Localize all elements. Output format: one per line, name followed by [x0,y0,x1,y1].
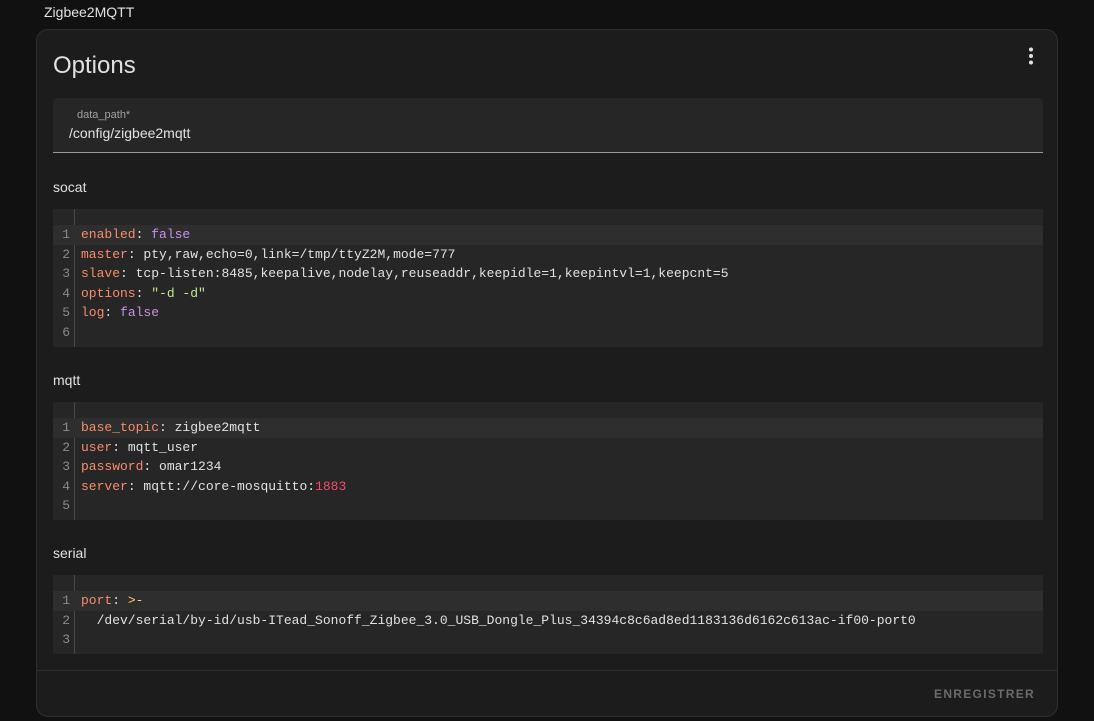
line-number: 3 [62,632,70,648]
mqtt-section-label: mqtt [53,372,81,388]
card-actions: ENREGISTRER [37,670,1057,716]
code-text: enabled: false [81,225,190,245]
code-text: options: "-d -d" [81,284,206,304]
socat-code-editor[interactable]: 1 enabled: false 2 master: pty,raw,echo=0,l… [53,209,1043,347]
line-number: 4 [62,285,70,301]
yaml-value: >- [127,593,144,608]
code-line[interactable]: 4 options: "-d -d" [53,284,1043,304]
yaml-value: mqtt://core-mosquitto: [143,478,316,494]
code-text: base_topic: zigbee2mqtt [81,418,260,438]
dots-vertical-icon [1029,47,1033,65]
code-line[interactable]: 4 server: mqtt://core-mosquitto:1883 [53,477,1043,497]
yaml-separator: : [159,420,175,435]
addon-title: Zigbee2MQTT [44,4,135,20]
code-text: /dev/serial/by-id/usb-ITead_Sonoff_Zigbe… [81,611,916,631]
overflow-menu-button[interactable] [1019,44,1043,68]
code-text: slave: tcp-listen:8485,keepalive,nodelay… [81,264,729,284]
save-button[interactable]: ENREGISTRER [934,687,1035,701]
yaml-value: /dev/serial/by-id/usb-ITead_Sonoff_Zigbe… [81,612,916,628]
serial-section-label: serial [53,545,87,561]
line-number: 5 [62,498,70,514]
data-path-label: data_path* [77,109,131,121]
yaml-number: 1883 [315,478,347,494]
code-line[interactable]: 3 password: omar1234 [53,457,1043,477]
line-number: 4 [62,478,70,494]
code-text: log: false [81,303,159,323]
card-title: Options [53,52,136,79]
yaml-value: "-d -d" [151,285,206,301]
yaml-key: options [81,285,136,301]
code-text: master: pty,raw,echo=0,link=/tmp/ttyZ2M,… [81,245,455,265]
data-path-field[interactable]: data_path* /config/zigbee2mqtt [53,98,1043,153]
yaml-key: server [81,478,128,494]
serial-code-editor[interactable]: 1 port: >- 2 /dev/serial/by-id/usb-ITead_S… [53,575,1043,654]
line-number: 3 [62,459,70,475]
code-line[interactable]: 2 /dev/serial/by-id/usb-ITead_Sonoff_Zig… [53,611,1043,631]
data-path-input[interactable]: /config/zigbee2mqtt [69,125,190,141]
code-line[interactable]: 5 [53,496,1043,516]
yaml-key: user [81,439,113,455]
line-number: 2 [62,612,70,628]
yaml-value: false [120,305,160,321]
line-number: 2 [62,246,70,262]
code-text: port: >- [81,591,143,611]
code-line[interactable]: 5 log: false [53,303,1043,323]
yaml-separator: : [135,285,152,301]
yaml-key: enabled [81,227,136,242]
mqtt-code-editor[interactable]: 1 base_topic: zigbee2mqtt 2 user: mqtt_user… [53,402,1043,520]
yaml-value: tcp-listen:8485,keepalive,nodelay,reusea… [135,266,729,282]
line-number: 5 [62,305,70,321]
yaml-separator: : [135,227,152,242]
yaml-separator: : [112,439,128,455]
yaml-separator: : [127,246,144,262]
code-line[interactable]: 3 slave: tcp-listen:8485,keepalive,nodela… [53,264,1043,284]
code-line[interactable]: 3 [53,630,1043,650]
yaml-key: log [81,305,105,321]
yaml-value: zigbee2mqtt [174,420,261,435]
code-line[interactable]: 2 master: pty,raw,echo=0,link=/tmp/ttyZ2M… [53,245,1043,265]
line-number: 3 [62,266,70,282]
code-line[interactable]: 6 [53,323,1043,343]
line-number: 6 [62,324,70,340]
code-line[interactable]: 1 base_topic: zigbee2mqtt [53,418,1043,438]
line-number: 1 [62,227,70,242]
code-line[interactable]: 1 enabled: false [53,225,1043,245]
yaml-value: false [151,227,191,242]
code-line[interactable]: 1 port: >- [53,591,1043,611]
yaml-key: master [81,246,128,262]
line-number: 1 [62,420,70,435]
yaml-separator: : [112,593,128,608]
yaml-key: base_topic [81,420,160,435]
yaml-value: mqtt_user [127,439,199,455]
yaml-key: slave [81,266,121,282]
code-text: password: omar1234 [81,457,221,477]
yaml-separator: : [127,478,144,494]
yaml-value: pty,raw,echo=0,link=/tmp/ttyZ2M,mode=777 [143,246,456,262]
yaml-value: omar1234 [159,459,222,475]
line-number: 2 [62,439,70,455]
line-number: 1 [62,593,70,608]
code-text: server: mqtt://core-mosquitto:1883 [81,477,346,497]
yaml-separator: : [143,459,160,475]
code-text: user: mqtt_user [81,438,198,458]
socat-section-label: socat [53,179,87,195]
yaml-separator: : [104,305,121,321]
code-line[interactable]: 2 user: mqtt_user [53,438,1043,458]
yaml-separator: : [120,266,136,282]
yaml-key: port [81,593,113,608]
options-card: Options data_path* /config/zigbee2mqtt s… [36,29,1058,717]
yaml-key: password [81,459,144,475]
